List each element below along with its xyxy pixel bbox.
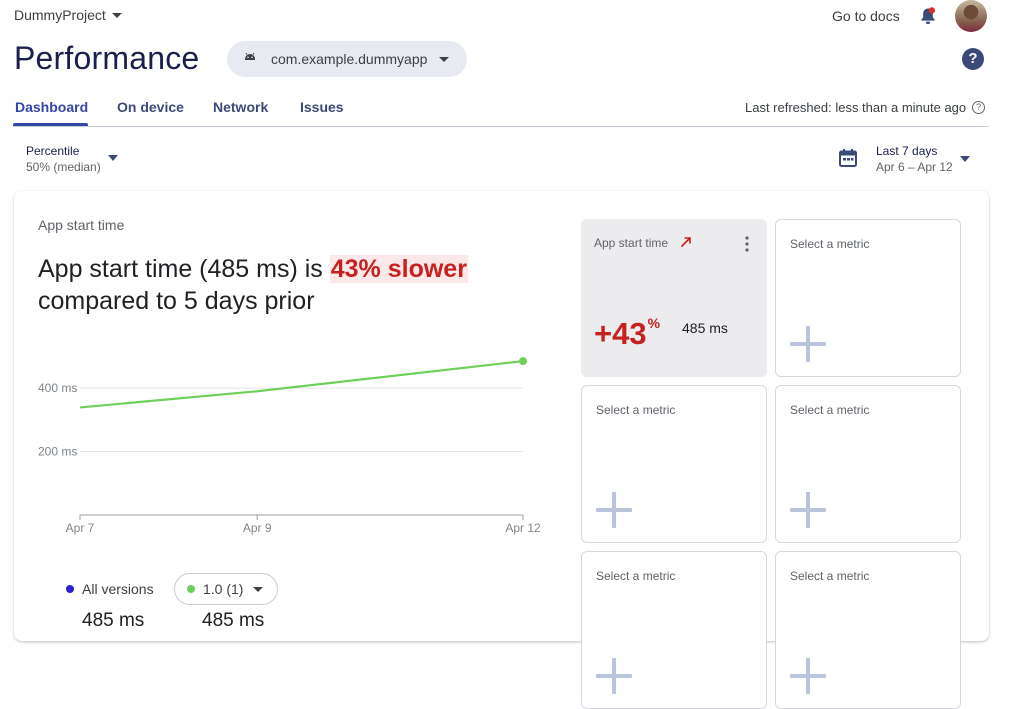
legend-all-versions-label: All versions	[82, 581, 154, 597]
project-selector[interactable]: DummyProject	[14, 7, 122, 23]
go-to-docs-link[interactable]: Go to docs	[832, 8, 900, 24]
tile-change-number: +43	[594, 316, 647, 351]
android-icon	[245, 52, 255, 60]
y-tick-label: 200 ms	[38, 445, 77, 459]
tile-label: Select a metric	[790, 237, 870, 251]
chevron-down-icon	[111, 12, 122, 18]
percentile-label: Percentile	[26, 144, 80, 158]
tab-issues[interactable]: Issues	[300, 99, 344, 115]
percentile-dropdown-icon[interactable]	[108, 155, 118, 161]
series-line	[79, 360, 524, 409]
more-vert-icon[interactable]	[741, 235, 753, 253]
last-refreshed-text: Last refreshed: less than a minute ago	[745, 100, 967, 115]
tile-value: 485 ms	[682, 320, 728, 336]
all-versions-dot	[66, 585, 74, 593]
trending-up-icon	[680, 237, 691, 248]
tile-label: Select a metric	[790, 569, 870, 583]
x-tick-label: Apr 12	[505, 521, 541, 535]
last-refreshed-status: Last refreshed: less than a minute ago ?	[745, 100, 986, 115]
add-icon	[790, 658, 826, 694]
headline-suffix: compared to 5 days prior	[38, 287, 315, 315]
chevron-down-icon	[439, 56, 450, 62]
x-tick-label: Apr 9	[243, 521, 272, 535]
tile-change-percent: +43%	[594, 315, 660, 352]
version-selector[interactable]: 1.0 (1)	[174, 573, 279, 605]
tab-dashboard[interactable]: Dashboard	[15, 99, 88, 115]
date-range-value[interactable]: Apr 6 – Apr 12	[876, 160, 953, 174]
metric-tile-empty[interactable]: Select a metric	[775, 385, 961, 543]
tab-on-device[interactable]: On device	[117, 99, 184, 115]
metric-name: App start time	[38, 217, 125, 233]
app-package-name: com.example.dummyapp	[271, 51, 428, 67]
tab-network[interactable]: Network	[213, 99, 268, 115]
date-range-dropdown-icon[interactable]	[960, 156, 970, 162]
date-range-label: Last 7 days	[876, 144, 938, 158]
calendar-icon[interactable]	[838, 148, 858, 168]
app-selector[interactable]: com.example.dummyapp	[227, 41, 467, 77]
tab-divider	[13, 126, 989, 127]
metric-tile-empty[interactable]: Select a metric	[775, 551, 961, 709]
metric-headline: App start time (485 ms) is 43% slower co…	[38, 253, 558, 317]
version-dot	[187, 585, 195, 593]
tile-label: Select a metric	[596, 403, 676, 417]
metric-tile-empty[interactable]: Select a metric	[581, 551, 767, 709]
x-tick-label: Apr 7	[66, 521, 95, 535]
tile-label: Select a metric	[596, 569, 676, 583]
help-icon[interactable]: ?	[962, 48, 984, 70]
headline-prefix: App start time (485 ms) is	[38, 255, 330, 283]
metric-tile-app-start-time[interactable]: App start time +43% 485 ms	[581, 219, 767, 377]
headline-highlight: 43% slower	[329, 255, 468, 283]
tile-label: Select a metric	[790, 403, 870, 417]
user-avatar[interactable]	[955, 0, 987, 32]
add-icon	[596, 492, 632, 528]
add-icon	[790, 326, 826, 362]
legend-all-versions: All versions	[66, 581, 154, 597]
notifications-bell-icon[interactable]	[918, 6, 938, 26]
version-label: 1.0 (1)	[203, 581, 244, 597]
project-name: DummyProject	[14, 7, 106, 23]
metric-tile-empty[interactable]: Select a metric	[581, 385, 767, 543]
help-circle-icon[interactable]: ?	[972, 101, 986, 114]
series-endpoint	[519, 357, 527, 366]
add-icon	[596, 658, 632, 694]
add-icon	[790, 492, 826, 528]
y-tick-label: 400 ms	[38, 381, 77, 395]
page-title: Performance	[14, 40, 200, 76]
tile-label: App start time	[594, 236, 669, 250]
tile-change-unit: %	[647, 315, 661, 331]
app-start-time-chart: 400 ms 200 ms Apr 7 Apr 9 Apr 12	[38, 357, 541, 535]
metric-tile-empty[interactable]: Select a metric	[775, 219, 961, 377]
percentile-value[interactable]: 50% (median)	[26, 160, 101, 174]
chevron-down-icon	[253, 586, 264, 592]
